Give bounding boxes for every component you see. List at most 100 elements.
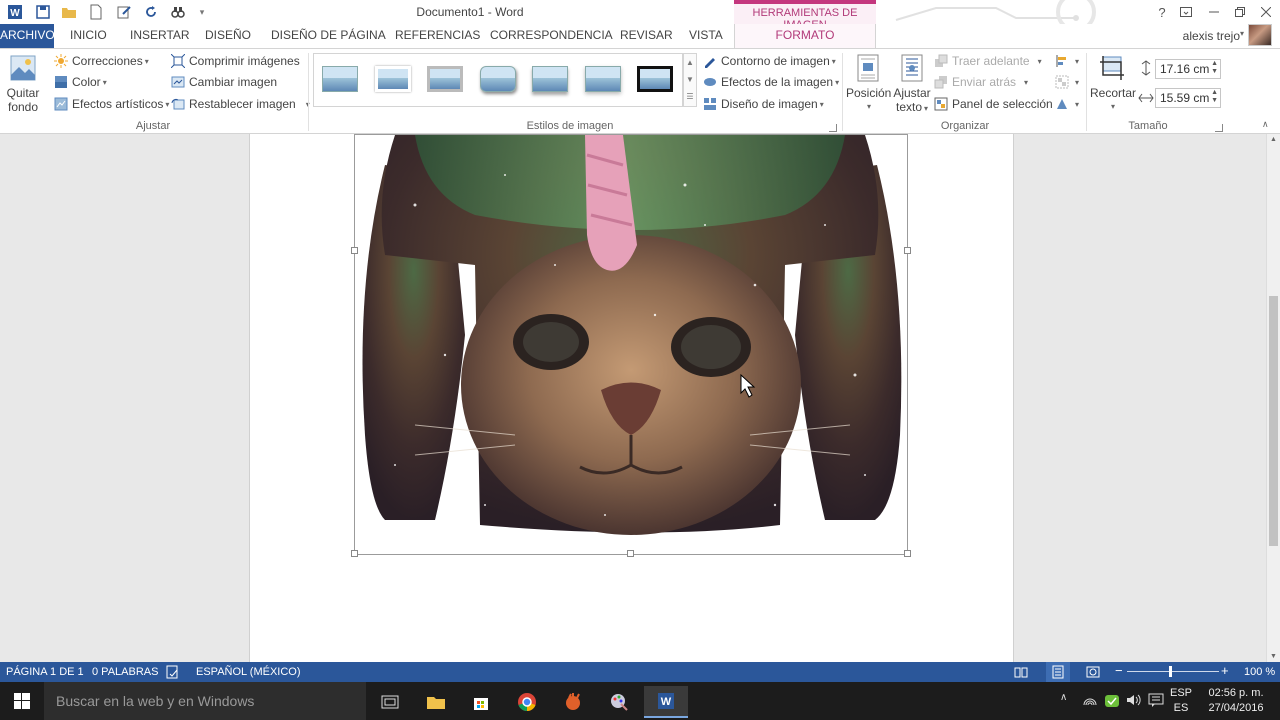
zoom-slider[interactable]: [1127, 666, 1219, 677]
task-view-icon[interactable]: [368, 686, 412, 718]
vertical-scrollbar[interactable]: ▲ ▼: [1266, 134, 1280, 662]
picture-style-4[interactable]: [478, 63, 518, 95]
corrections-button[interactable]: Correcciones ▾: [54, 54, 149, 68]
compress-pictures-button[interactable]: Comprimir imágenes: [171, 54, 300, 68]
zoom-out-icon[interactable]: −: [1115, 663, 1123, 678]
zoom-slider-thumb[interactable]: [1169, 666, 1172, 677]
collapse-ribbon-icon[interactable]: ∧: [1262, 119, 1269, 130]
zoom-in-icon[interactable]: +: [1221, 663, 1229, 678]
read-mode-icon[interactable]: [1014, 665, 1028, 679]
app-tray-icon[interactable]: [1104, 693, 1120, 709]
height-spinner-icon[interactable]: ▲ ▼: [1211, 60, 1218, 76]
resize-handle[interactable]: [351, 247, 358, 254]
picture-style-2[interactable]: [373, 63, 413, 95]
tab-insertar[interactable]: INSERTAR: [130, 24, 190, 48]
dialog-launcher-icon[interactable]: [1215, 124, 1223, 132]
print-layout-view[interactable]: [1046, 662, 1070, 682]
user-chevron-down-icon[interactable]: ▾: [1240, 29, 1244, 38]
notifications-icon[interactable]: [1148, 693, 1164, 707]
tab-archivo[interactable]: ARCHIVO: [0, 24, 55, 48]
scroll-up-icon[interactable]: ▲: [1270, 136, 1277, 143]
help-button[interactable]: ?: [1151, 2, 1173, 22]
bring-forward-button[interactable]: Traer adelante ▾: [934, 54, 1042, 68]
group-objects-button[interactable]: ▾: [1055, 75, 1079, 89]
word-taskbar-icon[interactable]: W: [644, 686, 688, 718]
volume-icon[interactable]: [1126, 693, 1142, 707]
resize-handle[interactable]: [904, 550, 911, 557]
store-icon[interactable]: [459, 686, 503, 718]
avatar[interactable]: [1248, 24, 1272, 46]
scroll-down-icon[interactable]: ▼: [1270, 653, 1277, 660]
reset-picture-button[interactable]: Restablecer imagen▾: [171, 97, 310, 111]
change-picture-button[interactable]: Cambiar imagen: [171, 75, 277, 89]
ribbon-display-options-icon[interactable]: [1175, 2, 1197, 22]
align-button[interactable]: ▾: [1055, 54, 1079, 68]
height-field[interactable]: 17.16 cm ▲ ▼: [1155, 59, 1221, 79]
proofing-icon[interactable]: [166, 665, 180, 679]
input-language[interactable]: ESP ES: [1166, 686, 1196, 716]
scroll-thumb[interactable]: [1269, 296, 1278, 546]
user-name[interactable]: alexis trejo: [1183, 29, 1240, 43]
ribbon-tabs: ARCHIVO INICIO INSERTAR DISEÑO DISEÑO DE…: [0, 24, 1280, 48]
picture-styles-gallery[interactable]: [313, 53, 683, 107]
minimize-button[interactable]: [1203, 2, 1225, 22]
tab-diseno[interactable]: DISEÑO: [205, 24, 251, 48]
color-button[interactable]: Color ▾: [54, 75, 107, 89]
page-count[interactable]: PÁGINA 1 DE 1: [6, 666, 84, 678]
width-field[interactable]: 15.59 cm ▲ ▼: [1155, 88, 1221, 108]
artistic-effects-button[interactable]: Efectos artísticos ▾: [54, 97, 169, 111]
gallery-scroll[interactable]: ▲ ▼ ☰: [683, 53, 697, 107]
picture-style-3[interactable]: [425, 63, 465, 95]
rotate-button[interactable]: ▾: [1055, 97, 1079, 111]
picture-style-5[interactable]: [530, 63, 570, 95]
resize-handle[interactable]: [904, 247, 911, 254]
tab-diseno-de-pagina[interactable]: DISEÑO DE PÁGINA: [271, 24, 386, 48]
clock-time: 02:56 p. m.: [1208, 687, 1264, 699]
start-button[interactable]: [0, 682, 44, 720]
clock[interactable]: 02:56 p. m. 27/04/2016: [1196, 686, 1276, 716]
picture-style-6[interactable]: [583, 63, 623, 95]
resize-handle[interactable]: [627, 550, 634, 557]
selection-pane-button[interactable]: Panel de selección: [934, 97, 1053, 111]
gallery-up-icon[interactable]: ▲: [684, 54, 696, 71]
picture-border-button[interactable]: Contorno de imagen ▾: [703, 54, 836, 68]
web-layout-icon[interactable]: [1086, 665, 1100, 679]
restore-button[interactable]: [1229, 2, 1251, 22]
width-spinner-icon[interactable]: ▲ ▼: [1211, 89, 1218, 105]
picture-layout-button[interactable]: Diseño de imagen ▾: [703, 97, 824, 111]
crop-button[interactable]: Recortar ▾: [1090, 53, 1136, 114]
taskbar-search[interactable]: Buscar en la web y en Windows: [44, 682, 366, 720]
file-explorer-icon[interactable]: [414, 686, 458, 718]
app-hand-icon[interactable]: [551, 686, 595, 718]
artistic-effects-icon: [54, 97, 68, 111]
input-language-line2: ES: [1173, 702, 1189, 714]
tab-formato[interactable]: FORMATO: [734, 24, 876, 48]
tab-revisar[interactable]: REVISAR: [620, 24, 673, 48]
tab-correspondencia[interactable]: CORRESPONDENCIA: [490, 24, 613, 48]
tab-vista[interactable]: VISTA: [689, 24, 723, 48]
picture-style-1[interactable]: [320, 63, 360, 95]
picture-style-7[interactable]: [635, 63, 675, 95]
network-icon[interactable]: [1082, 693, 1098, 707]
wrap-text-button[interactable]: Ajustar texto ▾: [892, 53, 932, 116]
show-hidden-icons-icon[interactable]: ∧: [1060, 692, 1067, 703]
chrome-icon[interactable]: [505, 686, 549, 718]
position-button[interactable]: Posición ▾: [846, 53, 891, 114]
picture-effects-button[interactable]: Efectos de la imagen ▾: [703, 75, 839, 89]
zoom-level[interactable]: 100 %: [1244, 666, 1275, 678]
tab-referencias[interactable]: REFERENCIAS: [395, 24, 480, 48]
resize-handle[interactable]: [351, 550, 358, 557]
close-button[interactable]: [1255, 2, 1277, 22]
corrections-label: Correcciones: [72, 54, 143, 68]
language-status[interactable]: ESPAÑOL (MÉXICO): [196, 666, 301, 678]
send-backward-button[interactable]: Enviar atrás ▾: [934, 75, 1028, 89]
remove-background-button[interactable]: Quitar fondo: [4, 53, 42, 114]
selected-picture[interactable]: [351, 134, 911, 557]
style-preview: [375, 66, 411, 92]
tab-inicio[interactable]: INICIO: [70, 24, 107, 48]
word-count[interactable]: 0 PALABRAS: [92, 666, 158, 678]
gallery-more-icon[interactable]: ☰: [684, 88, 696, 105]
gallery-down-icon[interactable]: ▼: [684, 71, 696, 88]
dialog-launcher-icon[interactable]: [829, 124, 837, 132]
app-paint-icon[interactable]: [597, 686, 641, 718]
